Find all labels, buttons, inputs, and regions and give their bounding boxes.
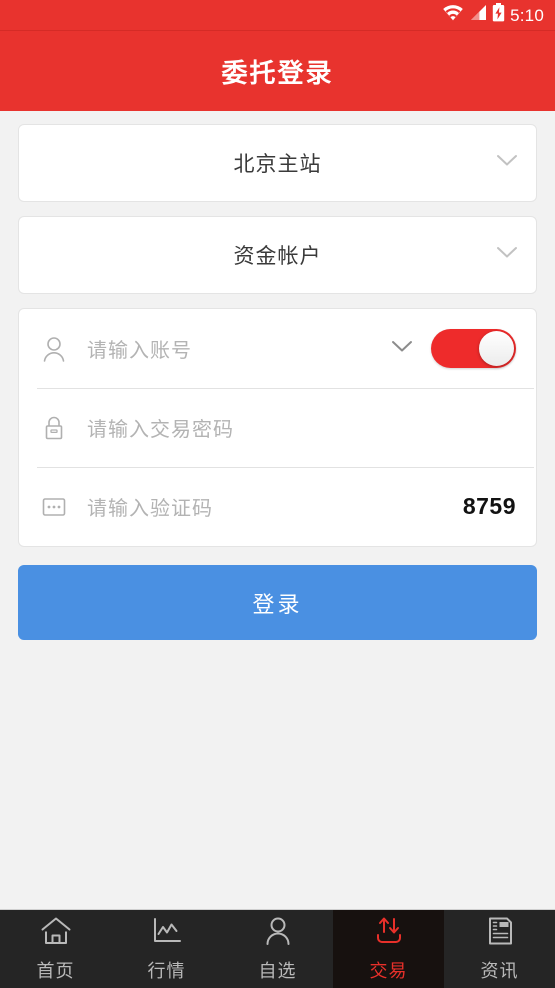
password-input[interactable]: 请输入交易密码: [87, 413, 516, 442]
captcha-row: 请输入验证码 8759: [19, 467, 536, 546]
page-title: 委托登录: [221, 57, 334, 88]
login-button[interactable]: 登录: [18, 565, 537, 640]
person-icon: [262, 916, 294, 951]
nav-item-watchlist[interactable]: 自选: [222, 910, 333, 988]
lock-icon: [39, 415, 69, 441]
toggle-knob: [479, 331, 514, 366]
nav-item-quotes[interactable]: 行情: [111, 910, 222, 988]
site-select-value: 北京主站: [233, 153, 322, 176]
captcha-icon: [39, 496, 69, 518]
wifi-icon: [442, 4, 464, 26]
nav-item-trade[interactable]: 交易: [333, 910, 444, 988]
signal-icon: [469, 4, 487, 26]
status-bar-icons: [442, 3, 505, 27]
nav-label-home: 首页: [36, 960, 75, 981]
home-icon: [40, 916, 72, 951]
nav-label-trade: 交易: [369, 960, 408, 981]
nav-label-news: 资讯: [480, 960, 519, 981]
login-form-card: 请输入账号 请输入交易密码 请输入验证码 8759: [18, 308, 537, 547]
nav-item-home[interactable]: 首页: [0, 910, 111, 988]
bottom-nav: 首页 行情 自选 交易 资讯: [0, 909, 555, 988]
person-icon: [39, 336, 69, 362]
chevron-down-icon: [496, 246, 518, 264]
news-icon: [484, 916, 516, 951]
nav-item-news[interactable]: 资讯: [444, 910, 555, 988]
trade-arrows-icon: [373, 916, 405, 951]
save-account-toggle[interactable]: [431, 329, 516, 368]
status-bar-clock: 5:10: [510, 5, 544, 25]
chevron-down-icon: [496, 154, 518, 172]
site-select[interactable]: 北京主站: [18, 124, 537, 202]
account-type-select[interactable]: 资金帐户: [18, 216, 537, 294]
password-row: 请输入交易密码: [19, 388, 536, 467]
nav-label-quotes: 行情: [147, 960, 186, 981]
battery-charging-icon: [492, 3, 505, 27]
app-screen: 5:10 委托登录 北京主站 资金帐户 请输入账号 请输入交易密码 请输入验证码…: [0, 0, 555, 988]
chart-icon: [151, 916, 183, 951]
captcha-input[interactable]: 请输入验证码: [87, 492, 463, 521]
login-button-label: 登录: [252, 591, 303, 617]
main-content: 北京主站 资金帐户 请输入账号 请输入交易密码 请输入验证码 8759 登录: [0, 111, 555, 909]
account-row: 请输入账号: [19, 309, 536, 388]
app-bar: 委托登录: [0, 31, 555, 111]
account-history-chevron-down-icon[interactable]: [391, 340, 413, 358]
captcha-code[interactable]: 8759: [463, 493, 516, 520]
status-bar: 5:10: [0, 0, 555, 31]
account-type-select-value: 资金帐户: [233, 245, 322, 268]
nav-label-watchlist: 自选: [258, 960, 297, 981]
account-input[interactable]: 请输入账号: [87, 334, 391, 363]
